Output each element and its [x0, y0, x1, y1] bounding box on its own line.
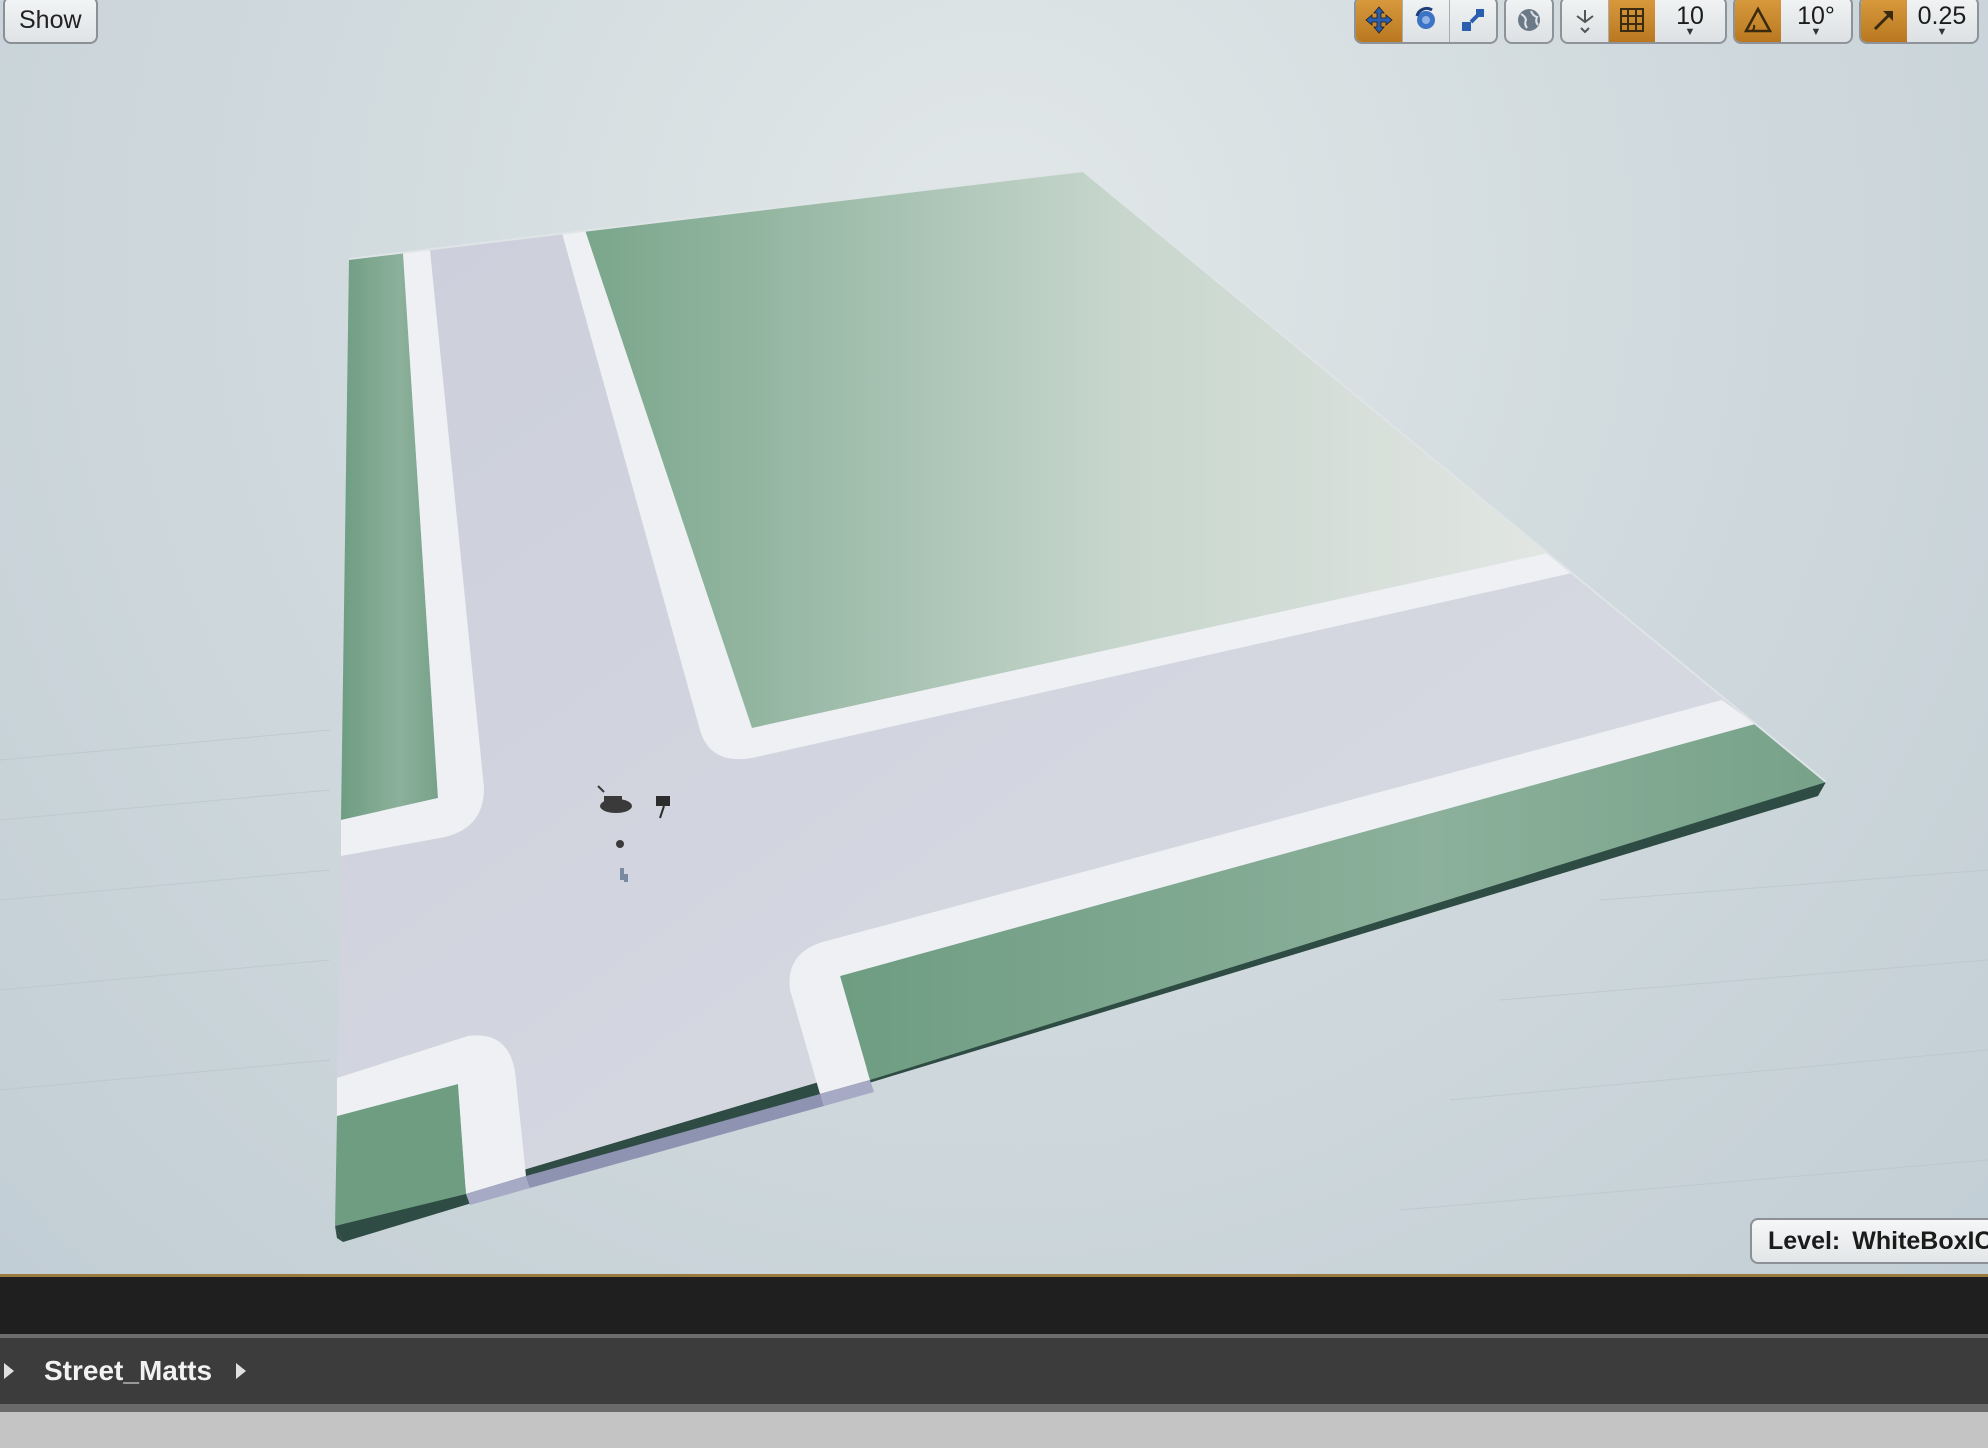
coordinate-space-group [1504, 0, 1554, 44]
light-actor-icon[interactable] [616, 840, 624, 848]
globe-icon [1518, 9, 1540, 31]
level-viewport[interactable]: Show 10 ▼ 10° ▼ 0.25 ▼ Level: WhiteBoxI [0, 0, 1988, 1276]
panel-header-bar [0, 1277, 1988, 1334]
rotation-snap-value: 10° [1797, 2, 1835, 30]
scale-arrow-icon [1873, 11, 1893, 31]
scale-mode-button[interactable] [1449, 0, 1496, 42]
rotation-snap-value-dropdown[interactable]: 10° ▼ [1781, 0, 1851, 42]
scale-icon [1462, 8, 1485, 31]
level-prefix: Level: [1768, 1226, 1841, 1255]
level-name: WhiteBoxICA [1852, 1226, 1988, 1255]
grid-snap-value: 10 [1676, 2, 1704, 30]
street-scene [0, 169, 1988, 1242]
breadcrumb-folder[interactable]: Street_Matts [44, 1355, 212, 1387]
move-arrows-icon [1365, 6, 1393, 34]
chevron-down-icon: ▼ [1936, 26, 1948, 38]
panel-divider-lower [0, 1404, 1988, 1412]
grid-snap-group: 10 ▼ [1560, 0, 1727, 44]
scale-snap-group: 0.25 ▼ [1859, 0, 1979, 44]
rotate-icon [1415, 7, 1435, 29]
scale-snap-toggle[interactable] [1861, 0, 1907, 42]
chevron-down-icon: ▼ [1684, 26, 1696, 38]
content-browser-path-bar: Street_Matts [0, 1338, 1988, 1404]
breadcrumb-chevron-right-icon[interactable] [236, 1363, 247, 1379]
scale-snap-value: 0.25 [1917, 2, 1967, 30]
current-level-label: Level: WhiteBoxICA [1750, 1218, 1988, 1264]
grid-snap-toggle[interactable] [1608, 0, 1655, 42]
transform-mode-group [1354, 0, 1498, 44]
content-area-strip [0, 1412, 1988, 1448]
surface-snap-button[interactable] [1562, 0, 1608, 42]
show-menu-button[interactable]: Show [3, 0, 98, 44]
path-expand-arrow-icon[interactable] [4, 1363, 14, 1379]
grid-snap-value-dropdown[interactable]: 10 ▼ [1655, 0, 1725, 42]
surface-snap-icon [1576, 10, 1594, 34]
viewport-toolbar: 10 ▼ 10° ▼ 0.25 ▼ [1354, 0, 1979, 44]
rotate-mode-button[interactable] [1402, 0, 1449, 42]
grid-icon [1620, 8, 1644, 32]
angle-icon [1744, 6, 1772, 33]
scale-snap-value-dropdown[interactable]: 0.25 ▼ [1907, 0, 1977, 42]
translate-mode-button[interactable] [1356, 0, 1402, 42]
show-label: Show [19, 5, 82, 34]
world-space-button[interactable] [1506, 0, 1552, 42]
chevron-down-icon: ▼ [1810, 26, 1822, 38]
rotation-snap-group: 10° ▼ [1733, 0, 1853, 44]
rotation-snap-toggle[interactable] [1735, 0, 1781, 42]
